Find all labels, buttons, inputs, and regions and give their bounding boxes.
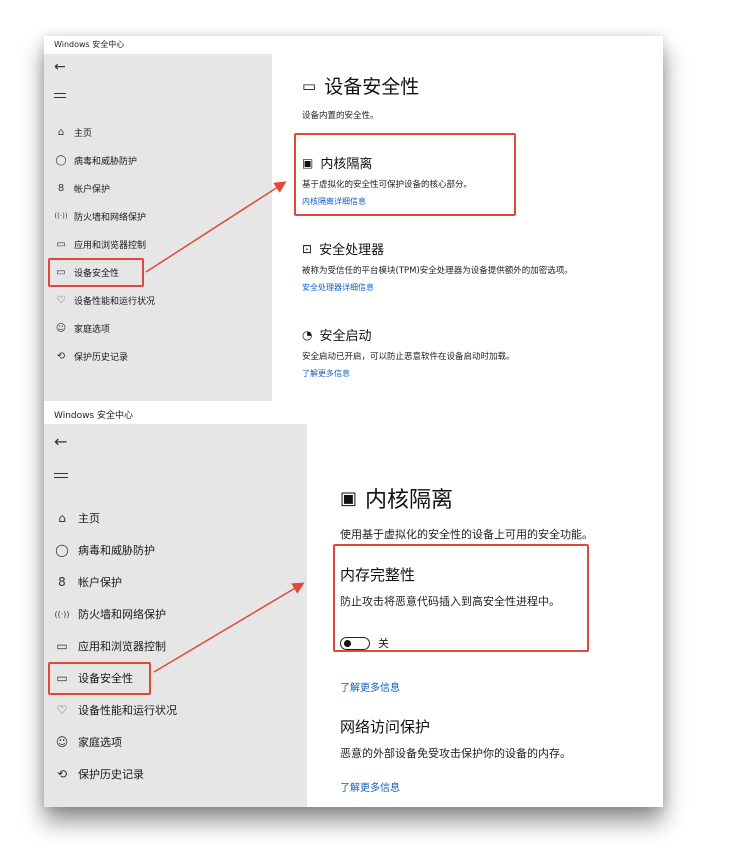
panel-core-isolation: Windows 安全中心 ← ⌂ 主页 ◯ 病毒和威胁防护 8 帐户保护 ((·… [44,404,663,807]
sidebar: ← ⌂ 主页 ◯ 病毒和威胁防护 8 帐户保护 ((·)) 防火墙和网络保护 ▭… [44,424,307,807]
sidebar-item-firewall[interactable]: ((·)) 防火墙和网络保护 [54,208,146,224]
sidebar-item-family[interactable]: ☺ 家庭选项 [54,320,110,336]
sidebar-item-account[interactable]: 8 帐户保护 [54,573,122,591]
page-title: ▭ 设备安全性 [302,76,420,98]
page-subtitle: 设备内置的安全性。 [302,111,379,121]
section-network-protection: 网络访问保护 恶意的外部设备免受攻击保护你的设备的内存。 了解更多信息 [340,716,660,794]
sidebar-item-label: 病毒和威胁防护 [74,156,138,167]
section-title: 网络访问保护 [340,718,431,736]
hamburger-menu-icon[interactable] [54,90,66,101]
hamburger-menu-icon[interactable] [54,470,68,481]
chip-icon: ▣ [340,487,358,509]
heart-icon: ♡ [56,294,66,306]
history-icon: ⟲ [56,767,68,781]
sidebar-item-history[interactable]: ⟲ 保护历史记录 [54,765,144,783]
power-icon: ◔ [302,327,313,342]
sidebar-item-device-performance[interactable]: ♡ 设备性能和运行状况 [54,292,156,308]
sidebar-item-label: 防火墙和网络保护 [78,608,166,621]
learn-more-link[interactable]: 了解更多信息 [340,779,660,794]
app-window-icon: ▭ [56,238,66,250]
person-icon: 8 [57,182,65,194]
sidebar-item-label: 设备性能和运行状况 [74,296,156,307]
heart-icon: ♡ [56,703,68,717]
section-desc: 安全启动已开启，可以防止恶意软件在设备启动时加载。 [302,352,515,362]
sidebar-item-label: 保护历史记录 [74,352,129,363]
sidebar-item-virus[interactable]: ◯ 病毒和威胁防护 [54,152,137,168]
sidebar-item-label: 家庭选项 [74,324,111,335]
window-title: Windows 安全中心 [54,411,134,421]
panel-device-security: Windows 安全中心 ← ⌂ 主页 ◯ 病毒和威胁防护 8 帐户保护 ((·… [44,36,663,404]
section-secure-boot: ◔ 安全启动 安全启动已开启，可以防止恶意软件在设备启动时加载。 了解更多信息 [302,325,662,379]
highlight-box-core-isolation [294,133,516,216]
security-processor-details-link[interactable]: 安全处理器详细信息 [302,282,662,293]
shield-icon: ◯ [55,543,69,557]
section-title: ◔ 安全启动 [302,327,372,345]
laptop-icon: ▭ [302,76,317,95]
sidebar-item-history[interactable]: ⟲ 保护历史记录 [54,348,128,364]
highlight-box-device-security [48,258,144,287]
learn-more-link[interactable]: 了解更多信息 [302,368,662,379]
home-icon: ⌂ [58,511,66,525]
sidebar-item-label: 应用和浏览器控制 [78,640,166,653]
sidebar-item-label: 帐户保护 [78,576,122,589]
family-icon: ☺ [55,735,69,749]
sidebar-item-label: 保护历史记录 [78,768,144,781]
section-desc: 被称为受信任的平台模块(TPM)安全处理器为设备提供额外的加密选项。 [302,266,573,276]
sidebar-item-app-browser[interactable]: ▭ 应用和浏览器控制 [54,637,166,655]
sidebar-item-app-browser[interactable]: ▭ 应用和浏览器控制 [54,236,146,252]
wifi-icon: ((·)) [54,609,70,619]
page-title: ▣ 内核隔离 [340,487,454,514]
sidebar-item-firewall[interactable]: ((·)) 防火墙和网络保护 [54,605,166,623]
home-icon: ⌂ [57,126,65,138]
page-subtitle: 使用基于虚拟化的安全性的设备上可用的安全功能。 [340,528,593,541]
sidebar-item-label: 帐户保护 [74,184,111,195]
window-title: Windows 安全中心 [54,40,125,49]
back-arrow-icon[interactable]: ← [54,60,66,74]
learn-more-link[interactable]: 了解更多信息 [340,679,660,694]
app-window-icon: ▭ [56,639,68,653]
screenshot-frame: Windows 安全中心 ← ⌂ 主页 ◯ 病毒和威胁防护 8 帐户保护 ((·… [44,36,663,807]
wifi-icon: ((·)) [54,212,68,220]
sidebar-item-label: 应用和浏览器控制 [74,240,147,251]
sidebar-item-label: 主页 [78,512,100,525]
history-icon: ⟲ [56,350,66,362]
sidebar-item-family[interactable]: ☺ 家庭选项 [54,733,122,751]
highlight-box-device-security [48,662,151,695]
sidebar-item-account[interactable]: 8 帐户保护 [54,180,110,196]
family-icon: ☺ [55,322,67,334]
highlight-box-memory-integrity [333,544,589,652]
processor-icon: ⊡ [302,241,313,256]
sidebar-item-label: 主页 [74,128,93,139]
sidebar-item-label: 病毒和威胁防护 [78,544,155,557]
sidebar-item-label: 防火墙和网络保护 [74,212,147,223]
shield-icon: ◯ [55,154,67,166]
section-desc: 恶意的外部设备免受攻击保护你的设备的内存。 [340,747,571,760]
section-security-processor: ⊡ 安全处理器 被称为受信任的平台模块(TPM)安全处理器为设备提供额外的加密选… [302,239,662,293]
sidebar-item-label: 设备性能和运行状况 [78,704,177,717]
section-title: ⊡ 安全处理器 [302,241,385,259]
sidebar-item-home[interactable]: ⌂ 主页 [54,509,100,527]
sidebar: ← ⌂ 主页 ◯ 病毒和威胁防护 8 帐户保护 ((·)) 防火墙和网络保护 ▭… [44,54,272,401]
back-arrow-icon[interactable]: ← [54,434,67,450]
sidebar-item-virus[interactable]: ◯ 病毒和威胁防护 [54,541,155,559]
main-content: ▭ 设备安全性 设备内置的安全性。 ▣ 内核隔离 基于虚拟化的安全性可保护设备的… [302,72,662,379]
sidebar-item-device-performance[interactable]: ♡ 设备性能和运行状况 [54,701,177,719]
sidebar-item-label: 家庭选项 [78,736,122,749]
person-icon: 8 [58,575,66,589]
sidebar-item-home[interactable]: ⌂ 主页 [54,124,92,140]
